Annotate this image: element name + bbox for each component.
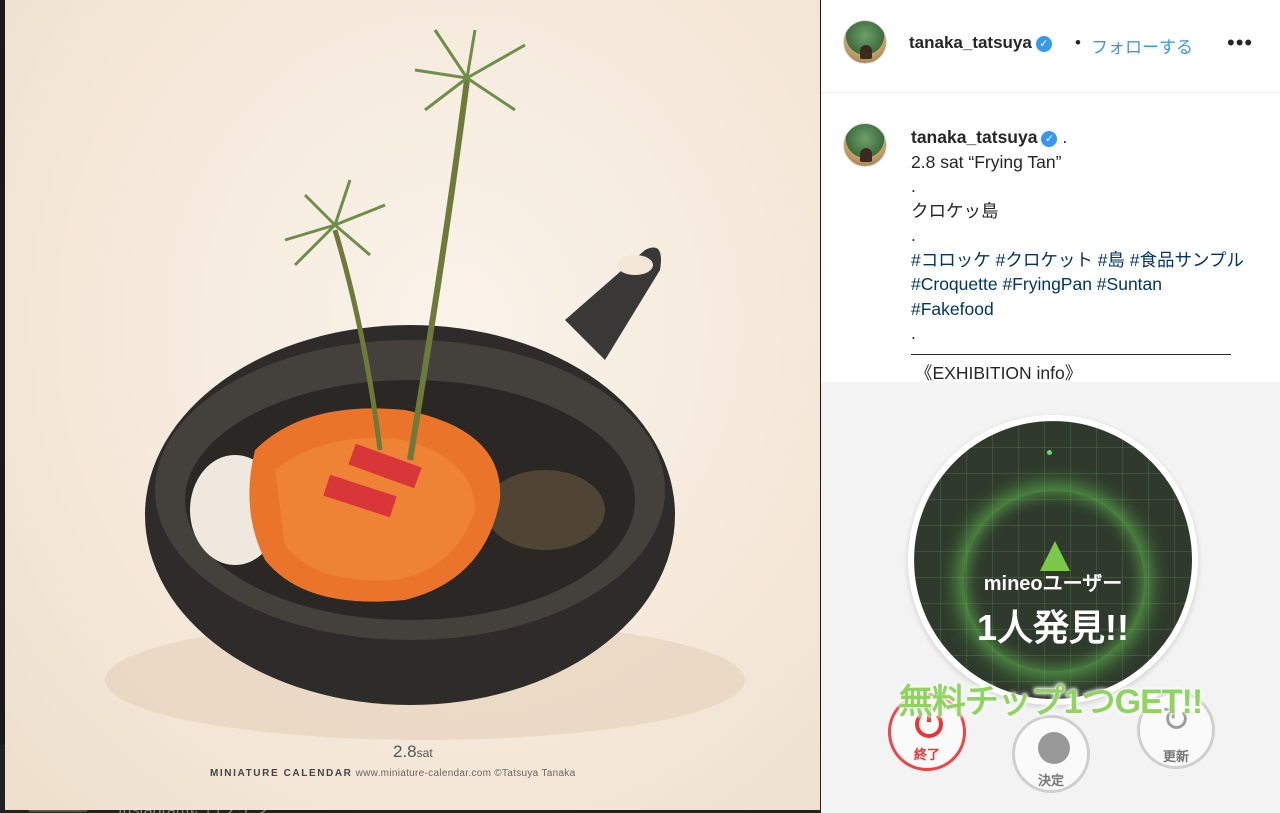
mineo-overlay: mineoユーザー 1人発見!! 終了 決定 ↻ 更新 無料チップ1つGET!! xyxy=(821,382,1280,813)
decide-icon xyxy=(1038,732,1070,764)
more-options-icon[interactable]: ••• xyxy=(1227,30,1253,56)
found-title: 1人発見!! xyxy=(977,607,1129,648)
radar-blip xyxy=(1047,450,1052,455)
photo-credit: MINIATURE CALENDAR www.miniature-calenda… xyxy=(210,768,576,779)
caption-suffix: . xyxy=(1062,127,1068,147)
post-side-panel: tanaka_tatsuya ✓ • フォローする ••• tanaka_tats… xyxy=(821,0,1280,385)
found-subtitle: mineoユーザー xyxy=(983,573,1123,595)
caption-line-island: クロケッ島 xyxy=(911,200,999,221)
radar-screen: mineoユーザー 1人発見!! xyxy=(914,421,1192,699)
caption-dot: . xyxy=(911,323,916,343)
end-label: 終了 xyxy=(913,747,940,762)
caption-divider xyxy=(911,353,1231,355)
caption-line-title: 2.8 sat “Frying Tan” xyxy=(911,151,1062,172)
radar: mineoユーザー 1人発見!! xyxy=(908,415,1198,705)
verified-icon: ✓ xyxy=(1041,131,1058,147)
decide-label: 決定 xyxy=(1037,773,1064,788)
caption-username[interactable]: tanaka_tatsuya xyxy=(911,127,1037,147)
hashtags-line[interactable]: #Fakefood xyxy=(911,297,1271,322)
refresh-label: 更新 xyxy=(1162,749,1189,764)
photo-date: 2.8sat xyxy=(393,742,433,761)
caption-avatar[interactable] xyxy=(843,123,887,167)
decide-button[interactable]: 決定 xyxy=(1012,715,1090,793)
caption-dot: . xyxy=(911,225,916,245)
frying-pan-illustration xyxy=(105,29,745,740)
header-separator: • xyxy=(1075,33,1081,52)
get-chip-message: 無料チップ1つGET!! xyxy=(898,683,1203,721)
author-username[interactable]: tanaka_tatsuya ✓ xyxy=(909,33,1052,53)
author-avatar[interactable] xyxy=(843,20,887,64)
post-photo: 2.8sat MINIATURE CALENDAR www.miniature-… xyxy=(5,0,820,810)
caption-dot: . xyxy=(911,176,916,196)
post-header: tanaka_tatsuya ✓ • フォローする ••• xyxy=(821,0,1280,93)
follow-button[interactable]: フォローする xyxy=(1091,33,1193,58)
hashtags-line[interactable]: #Croquette #FryingPan #Suntan xyxy=(911,272,1271,297)
caption-body: tanaka_tatsuya ✓ . 2.8 sat “Frying Tan” .… xyxy=(911,125,1271,385)
verified-icon: ✓ xyxy=(1035,36,1052,52)
hashtags-line[interactable]: #コロッケ #クロケット #島 #食品サンプル xyxy=(911,248,1271,273)
